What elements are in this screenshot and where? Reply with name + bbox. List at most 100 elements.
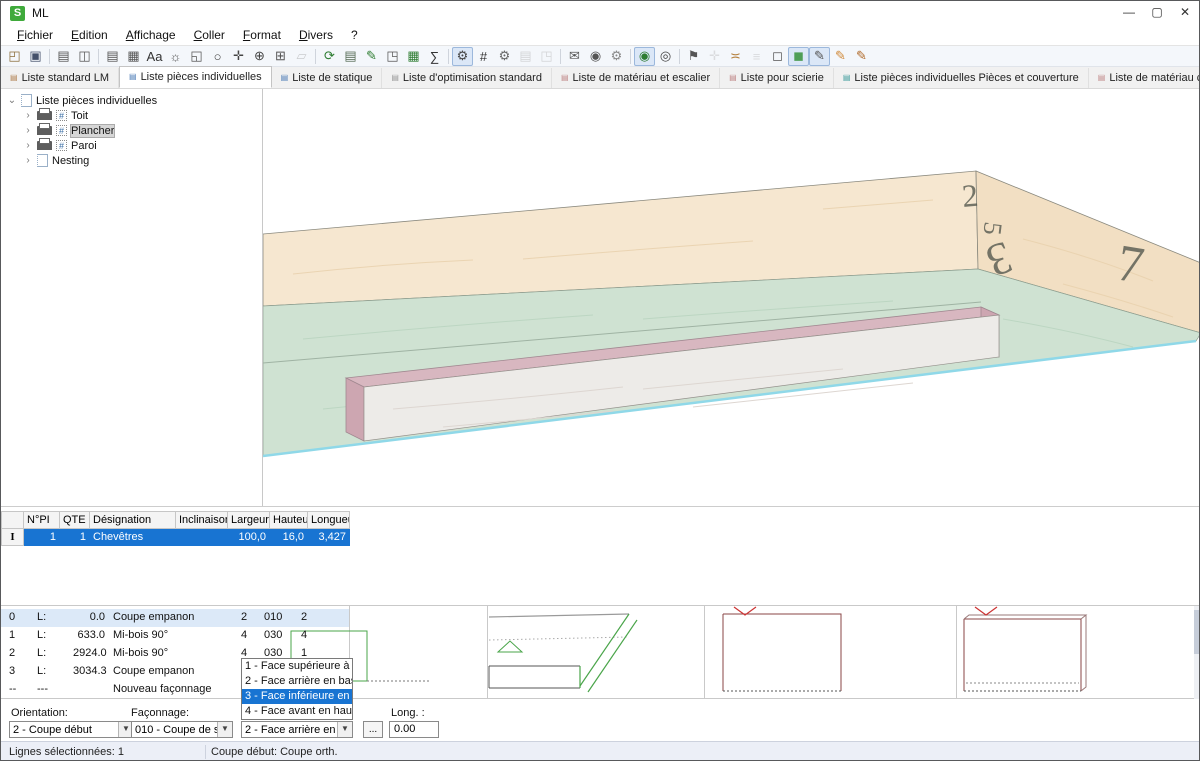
tree-root[interactable]: ⌄Liste pièces individuelles	[7, 93, 157, 108]
menu-affichage[interactable]: Affichage	[118, 26, 184, 44]
menu-format[interactable]: Format	[235, 26, 289, 44]
title-bar: S ML — ▢ ✕	[1, 1, 1199, 25]
menu-divers[interactable]: Divers	[291, 26, 341, 44]
binoculars-icon[interactable]: ◎	[655, 47, 676, 66]
print-icon[interactable]: ▤	[53, 47, 74, 66]
number-badge-icon: #	[56, 140, 67, 151]
expander-icon[interactable]: ›	[23, 140, 33, 151]
visibility-icon[interactable]: ◉	[634, 47, 655, 66]
3d-viewport[interactable]: 2 5 3 7 7	[263, 89, 1200, 506]
column-header-hauteur[interactable]: Hauteur	[270, 512, 308, 529]
ops-scrollbar-thumb[interactable]	[1194, 610, 1199, 654]
toolbar-separator	[448, 49, 449, 64]
cube-shaded-icon[interactable]: ◼	[788, 47, 809, 66]
sum-icon[interactable]: ∑	[424, 47, 445, 66]
piece-table[interactable]: N°PIQTEDésignationInclinaisonLargeurHaut…	[1, 511, 350, 546]
machining-row[interactable]: 0L:0.0Coupe empanon20102	[1, 609, 349, 627]
font-icon[interactable]: Aa	[144, 47, 165, 66]
printer-settings-icon[interactable]: ▤	[102, 47, 123, 66]
settings-icon[interactable]: ⚙	[452, 47, 473, 66]
op-ref: 4	[301, 629, 307, 641]
tab-liste-pour-scierie[interactable]: ▤Liste pour scierie	[720, 68, 834, 88]
menu-coller[interactable]: Coller	[186, 26, 233, 44]
maximize-button[interactable]: ▢	[1143, 1, 1171, 25]
timber-pen-icon[interactable]: ✎	[830, 47, 851, 66]
more-options-button[interactable]: ...	[363, 721, 383, 738]
length-input[interactable]: 0.00	[389, 721, 439, 738]
tree-item-paroi[interactable]: ›#Paroi	[23, 138, 97, 153]
column-header-longueur[interactable]: Longueur	[308, 512, 350, 529]
menu-fichier[interactable]: Fichier	[9, 26, 61, 44]
open-icon[interactable]: ◰	[4, 47, 25, 66]
face-option[interactable]: 1 - Face supérieure à l'arri	[242, 659, 352, 674]
expander-icon[interactable]: ›	[23, 110, 33, 121]
face-option[interactable]: 2 - Face arrière en bas	[242, 674, 352, 689]
tab-liste-d-optimisation-standard[interactable]: ▤Liste d'optimisation standard	[382, 68, 552, 88]
face-combobox[interactable]: 2 - Face arrière en bas ▼	[241, 721, 353, 738]
material-table-icon[interactable]: ▦	[403, 47, 424, 66]
timber-pen2-icon[interactable]: ✎	[851, 47, 872, 66]
tab-liste-pi-ces-individuelles-pi-ces-et-cou[interactable]: ▤Liste pièces individuelles Pièces et co…	[834, 68, 1089, 88]
cube-edit-icon[interactable]: ✎	[809, 47, 830, 66]
expander-icon[interactable]: ›	[23, 125, 33, 136]
box-export-icon: ◳	[536, 47, 557, 66]
orientation-combobox[interactable]: 2 - Coupe début ▼	[9, 721, 134, 738]
tab-liste-de-mat-riau-et-escalier[interactable]: ▤Liste de matériau et escalier	[552, 68, 720, 88]
renumber-icon[interactable]: #	[473, 47, 494, 66]
status-separator	[205, 745, 206, 759]
page-zoom-icon[interactable]: ◱	[186, 47, 207, 66]
minimize-button[interactable]: —	[1115, 1, 1143, 25]
toolbar-separator	[315, 49, 316, 64]
expander-icon[interactable]: ›	[23, 155, 33, 166]
tab-liste-standard-lm[interactable]: ▤Liste standard LM	[1, 68, 119, 88]
chevron-down-icon[interactable]: ▼	[217, 722, 232, 737]
face-option[interactable]: 3 - Face inférieure en avan	[242, 689, 352, 704]
select-flag-icon[interactable]: ⚑	[683, 47, 704, 66]
edit-pen-icon[interactable]: ✎	[361, 47, 382, 66]
column-header-qte[interactable]: QTE	[60, 512, 90, 529]
op-name: Mi-bois 90°	[113, 629, 168, 641]
refresh-icon[interactable]: ⟳	[319, 47, 340, 66]
column-header-dsignation[interactable]: Désignation	[90, 512, 176, 529]
machining-row[interactable]: 1L:633.0Mi-bois 90°40304	[1, 627, 349, 645]
copy-icon[interactable]: ⊞	[270, 47, 291, 66]
cube-wireframe-icon[interactable]: ◻	[767, 47, 788, 66]
tab-label: Liste de statique	[292, 72, 372, 84]
tree-item-plancher[interactable]: ›#Plancher	[23, 123, 114, 138]
cut-preview-2	[489, 614, 637, 692]
measure-icon[interactable]: ≍	[725, 47, 746, 66]
menu-edition[interactable]: Edition	[63, 26, 116, 44]
tree-item-nesting[interactable]: ›Nesting	[23, 153, 89, 168]
close-button[interactable]: ✕	[1171, 1, 1199, 25]
page-setup-icon[interactable]: ▦	[123, 47, 144, 66]
tab-liste-de-statique[interactable]: ▤Liste de statique	[272, 68, 383, 88]
column-header-largeur[interactable]: Largeur	[228, 512, 270, 529]
eye-settings-icon[interactable]: ◉	[585, 47, 606, 66]
print-preview-icon[interactable]: ◫	[74, 47, 95, 66]
table-row[interactable]: I11Chevêtres100,016,03,427	[2, 529, 350, 546]
save-icon[interactable]: ▣	[25, 47, 46, 66]
expander-icon[interactable]: ⌄	[7, 95, 17, 106]
chevron-down-icon[interactable]: ▼	[337, 722, 352, 737]
tab-liste-pi-ces-individuelles[interactable]: ▤Liste pièces individuelles	[119, 66, 272, 88]
send-icon[interactable]: ✉	[564, 47, 585, 66]
edit-list-icon[interactable]: ▤	[340, 47, 361, 66]
gear-outline-icon[interactable]: ⚙	[606, 47, 627, 66]
brightness-icon[interactable]: ☼	[165, 47, 186, 66]
faconnage-combobox[interactable]: 010 - Coupe de scie ▼	[131, 721, 233, 738]
ops-scrollbar[interactable]	[1194, 606, 1199, 700]
pan-icon[interactable]: ✛	[228, 47, 249, 66]
zoom-icon[interactable]: ○	[207, 47, 228, 66]
op-name: Mi-bois 90°	[113, 647, 168, 659]
tab-liste-de-mat-riau-couverture-m-tallique-[interactable]: ▤Liste de matériau couverture métallique…	[1089, 68, 1200, 88]
machine-export-icon[interactable]: ⚙	[494, 47, 515, 66]
operation-controls: Orientation: 2 - Coupe début ▼ Façonnage…	[1, 699, 1199, 741]
menu-?[interactable]: ?	[343, 26, 366, 44]
tree-item-toit[interactable]: ›#Toit	[23, 108, 88, 123]
row-marker[interactable]: I	[2, 529, 24, 546]
column-header-inclinaison[interactable]: Inclinaison	[176, 512, 228, 529]
save-view-icon[interactable]: ◳	[382, 47, 403, 66]
rotate-view-icon[interactable]: ⊕	[249, 47, 270, 66]
column-header-npi[interactable]: N°PI	[24, 512, 60, 529]
face-option[interactable]: 4 - Face avant en haut	[242, 704, 352, 719]
